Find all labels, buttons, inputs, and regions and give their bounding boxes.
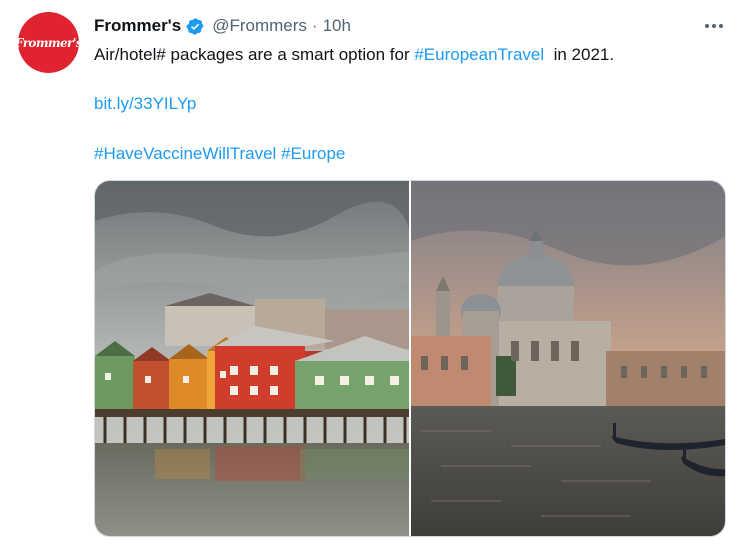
media-grid (94, 180, 726, 537)
avatar-logo-text: Frommer's (14, 35, 83, 50)
verified-badge-icon (186, 17, 205, 36)
tweet-text-suffix: in 2021. (544, 45, 615, 64)
tweet-card[interactable]: Frommer's Frommer's @Frommers · 10h Air/… (0, 0, 740, 545)
tweet-timestamp[interactable]: 10h (323, 16, 351, 36)
tweet-link-line: bit.ly/33YILYp (94, 92, 196, 116)
tweet-text-prefix: Air/hotel# packages are a smart option f… (94, 45, 415, 64)
short-link[interactable]: bit.ly/33YILYp (94, 94, 196, 113)
tweet-hashtags-line: #HaveVaccineWillTravel #Europe (94, 142, 345, 166)
hashtag-have-vaccine-will-travel[interactable]: #HaveVaccineWillTravel (94, 144, 276, 163)
author-name[interactable]: Frommer's (94, 16, 181, 36)
hashtag-european-travel[interactable]: #EuropeanTravel (414, 45, 544, 64)
separator-dot: · (311, 16, 318, 35)
more-options-icon[interactable] (702, 14, 726, 38)
photo-venice[interactable] (411, 181, 725, 536)
author-handle[interactable]: @Frommers (212, 16, 307, 36)
tweet-header: Frommer's @Frommers · 10h (94, 14, 351, 38)
hashtag-europe[interactable]: #Europe (281, 144, 345, 163)
photo-trondheim[interactable] (95, 181, 409, 536)
tweet-text-line-1: Air/hotel# packages are a smart option f… (94, 43, 614, 67)
author-avatar[interactable]: Frommer's (14, 12, 83, 73)
